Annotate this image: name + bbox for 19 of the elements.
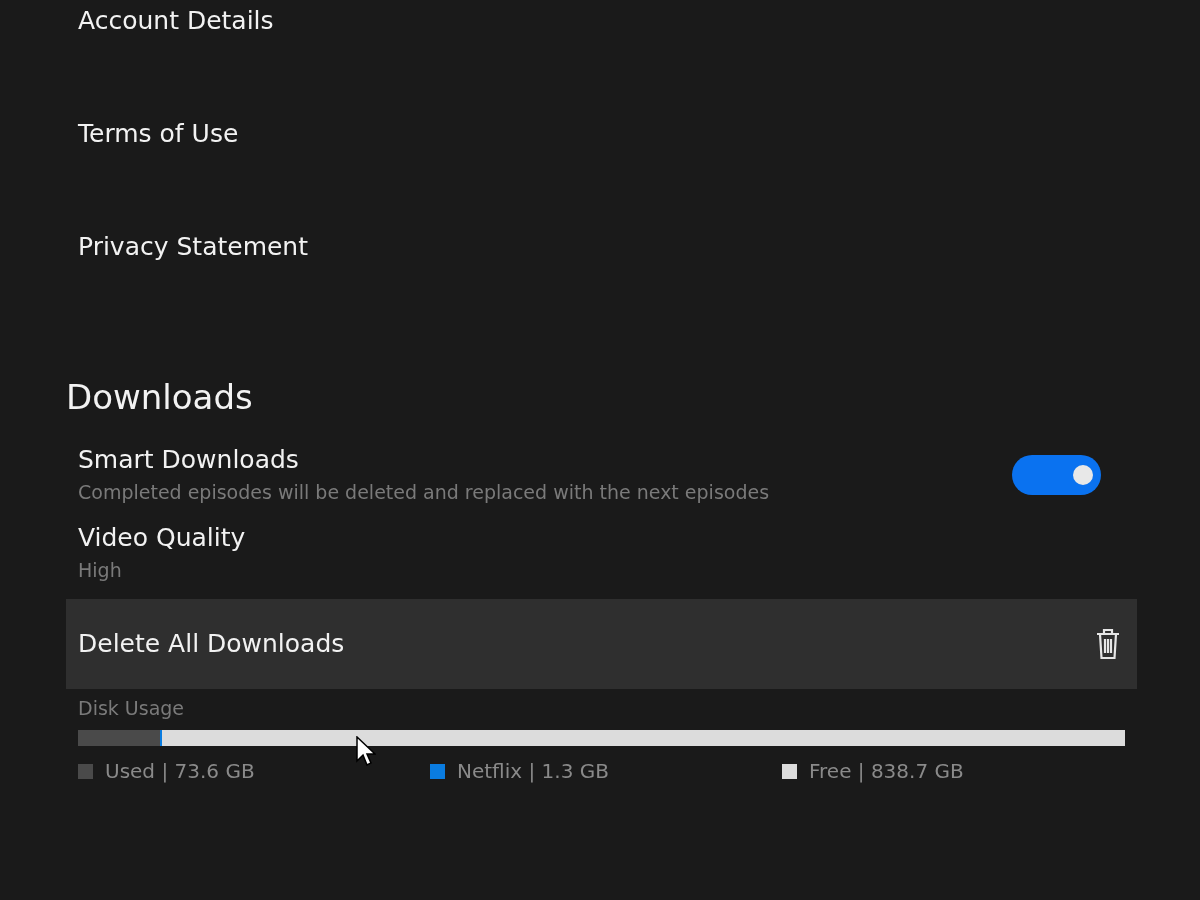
legend-label: Used | 73.6 GB xyxy=(105,759,255,783)
disk-usage-label: Disk Usage xyxy=(78,696,186,721)
setting-subtitle: High xyxy=(78,558,123,583)
settings-link[interactable]: Privacy Statement xyxy=(78,228,1137,265)
legend-label: Free | 838.7 GB xyxy=(809,759,964,783)
settings-link[interactable]: Terms of Use xyxy=(78,115,1137,152)
setting-title: Video Quality xyxy=(78,522,246,554)
settings-row[interactable]: Video Quality High xyxy=(66,521,1137,599)
mouse-pointer-icon xyxy=(356,736,376,768)
legend-label: Netflix | 1.3 GB xyxy=(457,759,609,783)
section-heading: Downloads xyxy=(66,376,254,419)
settings-link[interactable]: Account Details xyxy=(78,2,1137,39)
setting-subtitle: Completed episodes will be deleted and replaced with the next episodes xyxy=(78,480,770,505)
settings-row[interactable]: Delete All Downloads xyxy=(66,599,1137,689)
settings-row[interactable]: Smart Downloads Completed episodes will be deleted and replaced with the next episodes xyxy=(66,443,1137,521)
setting-title: Smart Downloads xyxy=(78,444,300,476)
trash-icon[interactable] xyxy=(1095,628,1121,660)
setting-title: Delete All Downloads xyxy=(78,628,345,660)
toggle-switch[interactable] xyxy=(1012,455,1101,495)
